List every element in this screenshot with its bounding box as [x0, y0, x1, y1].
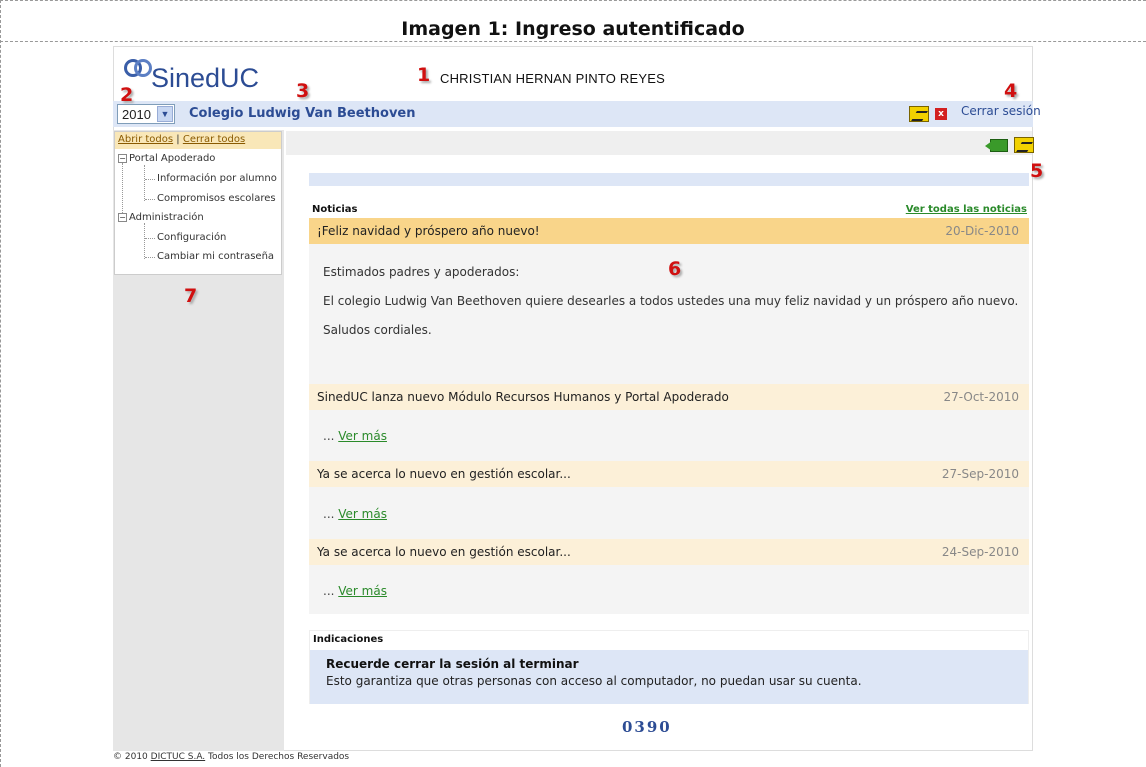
see-all-news-link[interactable]: Ver todas las noticias [906, 204, 1027, 215]
main-toolbar-icons [985, 137, 1034, 153]
indications-text: Esto garantiza que otras personas con ac… [326, 674, 862, 688]
more-prefix: ... [323, 429, 339, 443]
tree-item-configuracion[interactable]: Configuración [157, 232, 226, 243]
news-title: ¡Feliz navidad y próspero año nuevo! [317, 224, 540, 238]
news-item-title-row[interactable]: Ya se acerca lo nuevo en gestión escolar… [309, 461, 1029, 487]
main-toolbar [286, 131, 1032, 155]
title-divider [0, 41, 1146, 42]
news-more: ... Ver más [323, 429, 387, 443]
annotation-1: 1 [417, 64, 431, 86]
news-heading: Noticias [312, 204, 358, 215]
annotation-2: 2 [120, 84, 134, 106]
news-item-title-row[interactable]: Ya se acerca lo nuevo en gestión escolar… [309, 539, 1029, 565]
news-body-paragraph: El colegio Ludwig Van Beethoven quiere d… [323, 294, 1019, 308]
news-date: 24-Sep-2010 [941, 545, 1019, 559]
footer-company-link[interactable]: DICTUC S.A. [151, 752, 206, 762]
user-name: CHRISTIAN HERNAN PINTO REYES [440, 71, 665, 86]
message-strip [309, 173, 1029, 186]
tree-group-label: Portal Apoderado [129, 153, 216, 164]
footer: © 2010 DICTUC S.A. Todos los Derechos Re… [113, 752, 349, 762]
visit-counter: 0390 [622, 718, 672, 736]
tree-item-informacion-por-alumno[interactable]: Información por alumno [157, 173, 277, 184]
collapse-icon[interactable]: − [118, 212, 127, 222]
news-date: 20-Dic-2010 [945, 224, 1019, 238]
indications-body: Recuerde cerrar la sesión al terminar Es… [310, 650, 1028, 704]
annotation-5: 5 [1030, 160, 1044, 182]
header-icons: x [909, 106, 947, 122]
year-value: 2010 [122, 107, 151, 122]
logo-mark-icon [123, 57, 153, 87]
back-icon[interactable] [985, 138, 1008, 152]
tree-group-administracion[interactable]: − Administración [118, 212, 204, 223]
news-item-title-row[interactable]: ¡Feliz navidad y próspero año nuevo! 20-… [309, 218, 1029, 244]
see-more-link[interactable]: Ver más [338, 507, 387, 521]
news-item-title-row[interactable]: SinedUC lanza nuevo Módulo Recursos Huma… [309, 384, 1029, 410]
tree-separator: | [176, 134, 180, 145]
logo-text: SinedUC [151, 62, 260, 93]
annotation-3: 3 [296, 80, 310, 102]
collapse-all-link[interactable]: Cerrar todos [183, 134, 245, 145]
indications-heading: Indicaciones [313, 634, 384, 645]
chevron-down-icon[interactable]: ▼ [157, 106, 173, 122]
news-title: Ya se acerca lo nuevo en gestión escolar… [317, 467, 571, 481]
key-icon[interactable] [1014, 137, 1034, 153]
news-header: Noticias Ver todas las noticias [309, 200, 1029, 218]
footer-prefix: © 2010 [113, 752, 151, 762]
annotation-6: 6 [668, 258, 682, 280]
tree-line [144, 223, 145, 259]
expand-all-link[interactable]: Abrir todos [118, 134, 173, 145]
document-title: Imagen 1: Ingreso autentificado [401, 18, 745, 40]
tree-line [144, 165, 145, 201]
news-body-paragraph: Saludos cordiales. [323, 323, 432, 337]
school-name: Colegio Ludwig Van Beethoven [189, 106, 416, 121]
annotation-7: 7 [184, 285, 198, 307]
footer-suffix: Todos los Derechos Reservados [205, 752, 350, 762]
news-title: Ya se acerca lo nuevo en gestión escolar… [317, 545, 571, 559]
more-prefix: ... [323, 507, 339, 521]
news-date: 27-Sep-2010 [941, 467, 1019, 481]
tree-line [145, 238, 155, 239]
collapse-icon[interactable]: − [118, 153, 127, 163]
see-more-link[interactable]: Ver más [338, 584, 387, 598]
annotation-4: 4 [1004, 80, 1018, 102]
indications-panel: Indicaciones Recuerde cerrar la sesión a… [309, 630, 1029, 704]
tree-group-portal-apoderado[interactable]: − Portal Apoderado [118, 153, 215, 164]
tree-line [145, 257, 155, 258]
close-icon[interactable]: x [935, 108, 947, 120]
year-select[interactable]: 2010 ▼ [117, 104, 175, 124]
more-prefix: ... [323, 584, 339, 598]
tree-item-cambiar-contrasena[interactable]: Cambiar mi contraseña [157, 251, 274, 262]
news-date: 27-Oct-2010 [943, 390, 1019, 404]
news-more: ... Ver más [323, 584, 387, 598]
news-more: ... Ver más [323, 507, 387, 521]
tree-line [145, 179, 155, 180]
tree-toolbar: Abrir todos | Cerrar todos [115, 132, 281, 149]
navigation-tree: Abrir todos | Cerrar todos − Portal Apode… [114, 131, 282, 275]
tree-line [145, 199, 155, 200]
indications-title: Recuerde cerrar la sesión al terminar [326, 657, 579, 671]
see-more-link[interactable]: Ver más [338, 429, 387, 443]
news-title: SinedUC lanza nuevo Módulo Recursos Huma… [317, 390, 729, 404]
tree-group-label: Administración [129, 212, 204, 223]
key-icon[interactable] [909, 106, 929, 122]
logo[interactable]: SinedUC [123, 52, 260, 93]
logout-link[interactable]: Cerrar sesión [961, 104, 1041, 118]
tree-item-compromisos-escolares[interactable]: Compromisos escolares [157, 193, 276, 204]
